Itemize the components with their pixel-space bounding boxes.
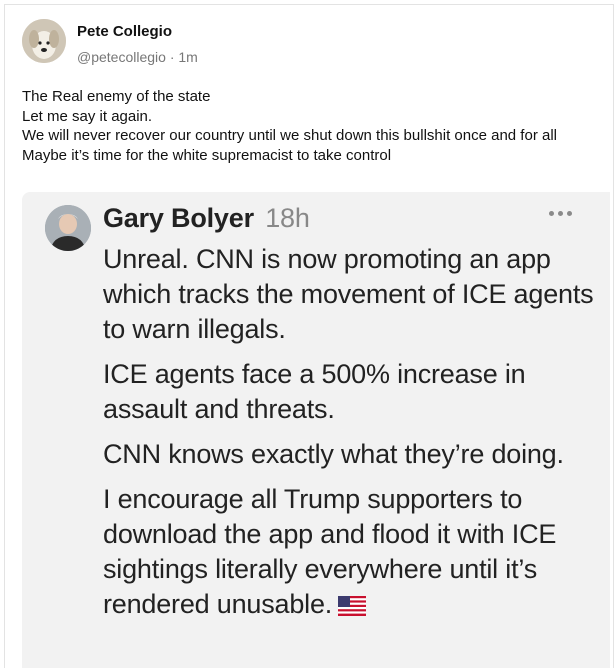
- post-line: Maybe it’s time for the white supremacis…: [22, 146, 392, 164]
- quoted-avatar: [45, 205, 91, 251]
- meta-separator: ·: [169, 49, 175, 65]
- quoted-paragraph: Unreal. CNN is now promoting an app whic…: [103, 244, 594, 344]
- person-avatar-icon: [45, 205, 91, 251]
- quoted-header: Gary Bolyer 18h: [103, 200, 310, 236]
- quoted-text: Unreal. CNN is now promoting an app whic…: [103, 242, 603, 632]
- post-time[interactable]: 1m: [178, 49, 197, 65]
- quoted-post-image[interactable]: Gary Bolyer 18h Unreal. CNN is now promo…: [22, 192, 610, 668]
- quoted-time: 18h: [265, 203, 310, 233]
- avatar[interactable]: [22, 19, 66, 63]
- dog-avatar-icon: [22, 19, 66, 63]
- ellipsis-icon: [549, 206, 577, 220]
- us-flag-icon: [338, 596, 367, 616]
- author-name[interactable]: Pete Collegio: [77, 23, 198, 41]
- author-meta: @petecollegio · 1m: [77, 49, 198, 65]
- post-line: Let me say it again.: [22, 107, 153, 125]
- post-line: We will never recover our country until …: [22, 127, 557, 144]
- quoted-paragraph: ICE agents face a 500% increase in assau…: [103, 359, 526, 424]
- quoted-paragraph: CNN knows exactly what they’re doing.: [103, 439, 564, 469]
- post-header: Pete Collegio @petecollegio · 1m: [22, 19, 198, 65]
- quoted-paragraph: I encourage all Trump supporters to down…: [103, 484, 557, 619]
- author-handle[interactable]: @petecollegio: [77, 49, 166, 65]
- quoted-author-name: Gary Bolyer: [103, 203, 254, 233]
- post-line: The Real enemy of the state: [22, 88, 211, 105]
- post-text: The Real enemy of the state Let me say i…: [22, 87, 602, 165]
- quoted-paragraph-last: I encourage all Trump supporters to down…: [103, 482, 603, 622]
